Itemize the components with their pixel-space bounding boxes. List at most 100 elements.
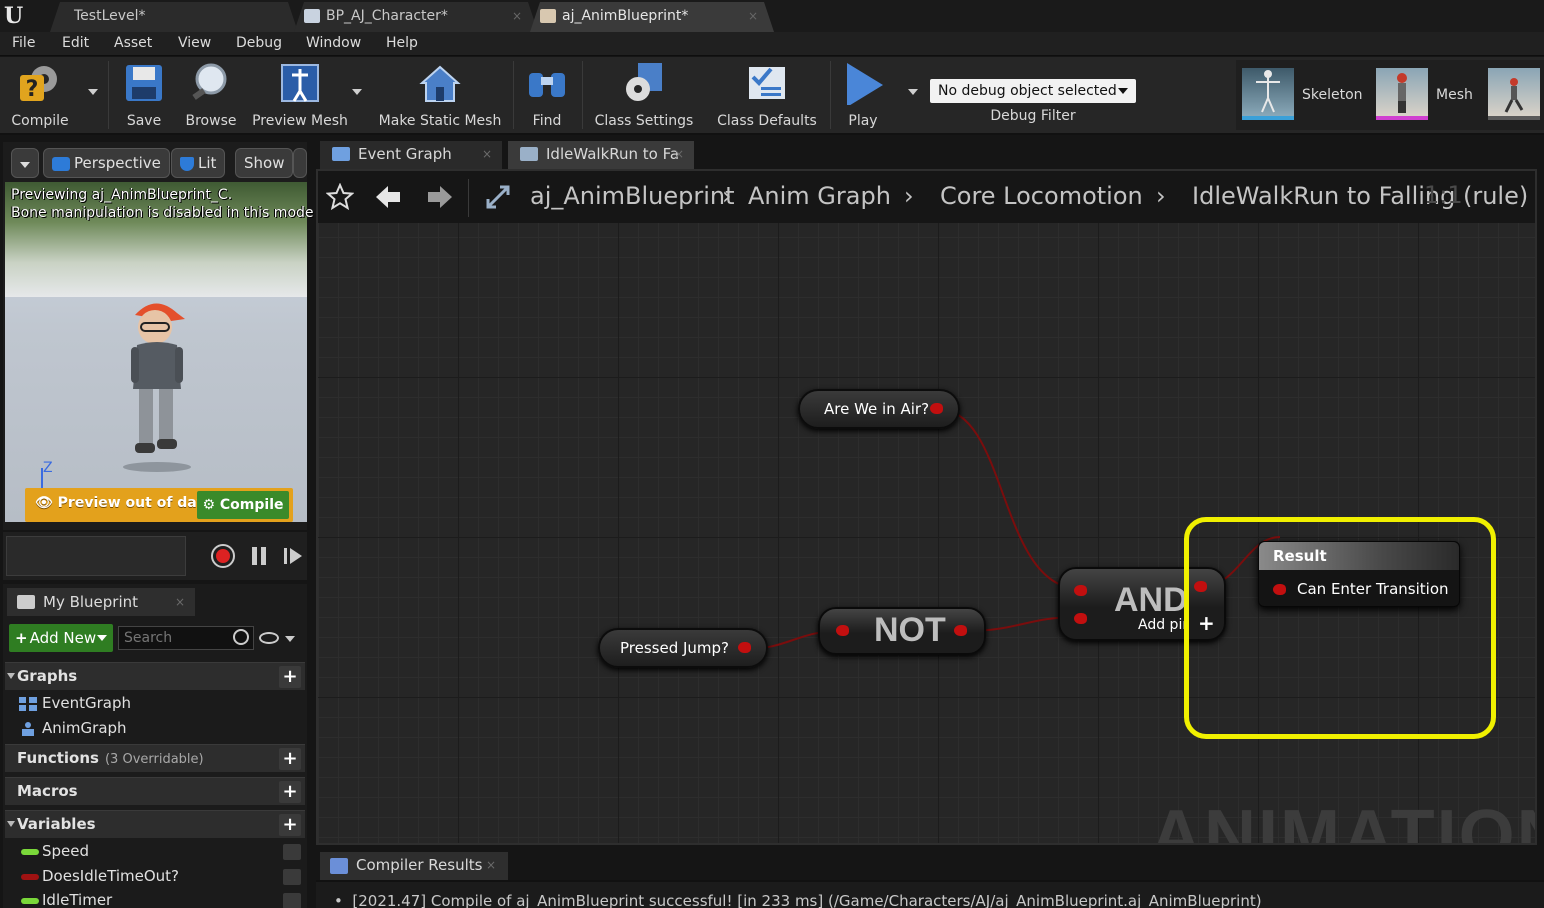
- close-icon[interactable]: ×: [748, 2, 758, 30]
- breadcrumb-chevron-icon: ›: [722, 182, 732, 210]
- timeline-scrubber[interactable]: [6, 536, 186, 576]
- preview-compile-button[interactable]: ⚙ Compile: [197, 491, 289, 519]
- back-arrow-icon[interactable]: [374, 183, 402, 211]
- bool-type-icon: [21, 874, 39, 880]
- breadcrumb-blueprint[interactable]: aj_AnimBlueprint: [530, 182, 735, 210]
- more-viewport-button[interactable]: [293, 148, 307, 178]
- variable-speed[interactable]: Speed: [5, 840, 305, 865]
- visibility-eye-icon[interactable]: [283, 844, 301, 860]
- tab-label: IdleWalkRun to Fa: [546, 145, 680, 163]
- visibility-eye-icon[interactable]: [283, 893, 301, 908]
- forward-arrow-icon[interactable]: [426, 183, 454, 211]
- tab-test-level[interactable]: TestLevel*: [50, 2, 298, 32]
- compiler-results-tab-label: Compiler Results: [356, 856, 483, 874]
- tab-aj-animblueprint[interactable]: aj_AnimBlueprint* ×: [530, 2, 774, 32]
- show-button[interactable]: Show: [235, 148, 294, 178]
- graph-item-eventgraph[interactable]: EventGraph: [5, 692, 305, 717]
- graph-item-animgraph[interactable]: AnimGraph: [5, 717, 305, 742]
- make-static-mesh-button[interactable]: Make Static Mesh: [376, 57, 504, 133]
- record-button[interactable]: [211, 544, 235, 568]
- output-pin[interactable]: [954, 625, 967, 636]
- preview-mesh-button[interactable]: Preview Mesh: [250, 57, 350, 133]
- node-not[interactable]: NOT: [818, 607, 986, 655]
- input-pin[interactable]: [836, 625, 849, 636]
- menu-asset[interactable]: Asset: [114, 35, 152, 51]
- anim-blueprint-icon: [540, 9, 556, 23]
- section-macros[interactable]: Macros +: [5, 777, 305, 805]
- add-macro-button[interactable]: +: [279, 781, 301, 803]
- section-graphs[interactable]: Graphs +: [5, 662, 305, 690]
- search-icon[interactable]: [233, 629, 249, 645]
- variable-doesidletimeout[interactable]: DoesIdleTimeOut?: [5, 865, 305, 890]
- section-variables[interactable]: Variables +: [5, 810, 305, 838]
- add-new-button[interactable]: + Add New: [9, 624, 113, 652]
- skeleton-label: Skeleton: [1302, 87, 1363, 103]
- compiler-results-tab[interactable]: Compiler Results ×: [320, 852, 508, 880]
- variable-idletimer[interactable]: IdleTimer: [5, 889, 305, 908]
- preview-mesh-chevron-down-icon[interactable]: [352, 89, 362, 95]
- graph-canvas[interactable]: ANIMATION Are We in Air? Pressed Jump? N…: [318, 223, 1535, 843]
- view-options-eye-icon[interactable]: [259, 632, 279, 644]
- save-icon: [126, 65, 162, 101]
- add-graph-button[interactable]: +: [279, 666, 301, 688]
- menu-debug[interactable]: Debug: [236, 35, 282, 51]
- perspective-button[interactable]: Perspective: [43, 148, 170, 178]
- close-icon[interactable]: ×: [512, 2, 522, 30]
- close-icon[interactable]: ×: [486, 852, 496, 878]
- preview-viewport[interactable]: Perspective Lit Show Previewing aj_AnimB…: [3, 142, 314, 530]
- save-label: Save: [126, 113, 162, 129]
- play-button[interactable]: Play: [836, 57, 890, 133]
- node-are-we-in-air[interactable]: Are We in Air?: [798, 389, 960, 429]
- animation-icon: [1504, 78, 1524, 113]
- compile-button[interactable]: ? Compile: [4, 57, 76, 133]
- compile-options-chevron-down-icon[interactable]: [88, 89, 98, 95]
- house-icon: [419, 65, 461, 102]
- node-pressed-jump[interactable]: Pressed Jump?: [598, 628, 768, 668]
- menu-edit[interactable]: Edit: [62, 35, 89, 51]
- lit-button[interactable]: Lit: [171, 148, 226, 178]
- browse-button[interactable]: Browse: [180, 57, 242, 133]
- star-icon[interactable]: [326, 183, 354, 211]
- play-options-chevron-down-icon[interactable]: [908, 89, 918, 95]
- close-icon[interactable]: ×: [175, 588, 185, 616]
- find-button[interactable]: Find: [520, 57, 574, 133]
- graphs-title: Graphs: [17, 667, 78, 685]
- gear-icon: ⚙: [202, 497, 220, 513]
- add-function-button[interactable]: +: [279, 748, 301, 770]
- input-pin-b[interactable]: [1074, 613, 1087, 624]
- visibility-eye-icon[interactable]: [283, 869, 301, 885]
- class-defaults-button[interactable]: Class Defaults: [712, 57, 822, 133]
- menu-window[interactable]: Window: [306, 35, 361, 51]
- pause-button[interactable]: [247, 544, 271, 568]
- menu-help[interactable]: Help: [386, 35, 418, 51]
- tab-event-graph[interactable]: Event Graph ×: [320, 141, 502, 169]
- output-pin[interactable]: [738, 642, 751, 653]
- menu-file[interactable]: File: [12, 35, 35, 51]
- viewport-options-button[interactable]: [11, 148, 39, 178]
- tab-transition-rule[interactable]: IdleWalkRun to Fa ×: [508, 141, 694, 169]
- close-icon[interactable]: ×: [482, 141, 492, 167]
- mesh-mode-button[interactable]: [1376, 68, 1428, 120]
- output-pin[interactable]: [930, 403, 943, 414]
- checklist-icon: [749, 67, 785, 99]
- viewport-preview-message: Previewing aj_AnimBlueprint_C. Bone mani…: [11, 186, 314, 222]
- tab-bp-aj-character[interactable]: BP_AJ_Character* ×: [294, 2, 538, 32]
- chevron-down-icon[interactable]: [285, 636, 295, 642]
- class-settings-button[interactable]: Class Settings: [590, 57, 698, 133]
- breadcrumb-core-locomotion[interactable]: Core Locomotion: [940, 182, 1143, 210]
- debug-object-select[interactable]: No debug object selected: [930, 79, 1136, 103]
- menu-view[interactable]: View: [178, 35, 211, 51]
- animation-mode-button[interactable]: [1488, 68, 1540, 120]
- debug-filter-label: Debug Filter: [990, 108, 1076, 124]
- add-variable-button[interactable]: +: [279, 814, 301, 836]
- breadcrumb-anim-graph[interactable]: Anim Graph: [748, 182, 891, 210]
- input-pin-a[interactable]: [1074, 585, 1087, 596]
- save-button[interactable]: Save: [118, 57, 170, 133]
- close-icon[interactable]: ×: [674, 141, 684, 167]
- skeleton-mode-button[interactable]: [1242, 68, 1294, 120]
- step-forward-button[interactable]: [281, 544, 305, 568]
- compiler-message[interactable]: • [2021.47] Compile of aj_AnimBlueprint …: [334, 892, 1262, 908]
- graph-editor[interactable]: ANIMATION Are We in Air? Pressed Jump? N…: [316, 169, 1537, 845]
- my-blueprint-tab[interactable]: My Blueprint ×: [7, 588, 195, 616]
- section-functions[interactable]: Functions (3 Overridable) +: [5, 744, 305, 772]
